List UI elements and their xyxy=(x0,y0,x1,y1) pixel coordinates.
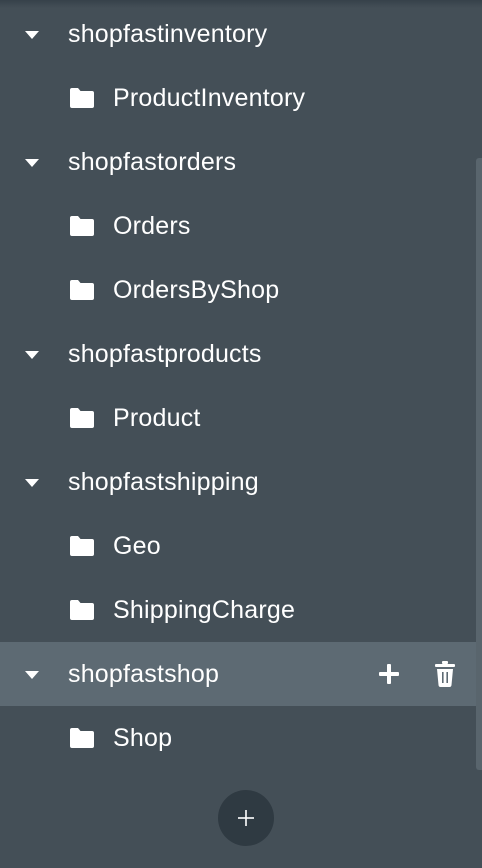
collection-row-shop[interactable]: Shop xyxy=(0,706,476,770)
collection-row-orders[interactable]: Orders xyxy=(0,194,476,258)
database-name: shopfastshipping xyxy=(68,467,259,496)
collection-name: Shop xyxy=(113,723,173,752)
database-name: shopfastproducts xyxy=(68,339,262,368)
collection-name: Product xyxy=(113,403,201,432)
collection-row-productinventory[interactable]: ProductInventory xyxy=(0,66,476,130)
collection-name: ProductInventory xyxy=(113,83,306,112)
caret-down-icon[interactable] xyxy=(25,671,39,679)
collection-name: OrdersByShop xyxy=(113,275,280,304)
folder-icon xyxy=(70,600,94,620)
collection-row-ordersbyshop[interactable]: OrdersByShop xyxy=(0,258,476,322)
caret-down-icon[interactable] xyxy=(25,159,39,167)
add-collection-button[interactable] xyxy=(376,661,402,687)
vertical-scrollbar[interactable] xyxy=(476,158,482,770)
collection-name: Geo xyxy=(113,531,161,560)
collection-row-product[interactable]: Product xyxy=(0,386,476,450)
caret-down-icon[interactable] xyxy=(25,31,39,39)
collection-row-geo[interactable]: Geo xyxy=(0,514,476,578)
delete-database-button[interactable] xyxy=(432,661,458,687)
database-row-shopfastshop[interactable]: shopfastshop xyxy=(0,642,476,706)
collection-name: ShippingCharge xyxy=(113,595,296,624)
database-name: shopfastshop xyxy=(68,659,220,688)
collection-row-shippingcharge[interactable]: ShippingCharge xyxy=(0,578,476,642)
caret-down-icon[interactable] xyxy=(25,351,39,359)
folder-icon xyxy=(70,280,94,300)
folder-icon xyxy=(70,536,94,556)
folder-icon xyxy=(70,408,94,428)
plus-icon xyxy=(238,810,254,826)
caret-down-icon[interactable] xyxy=(25,479,39,487)
database-name: shopfastorders xyxy=(68,147,237,176)
collection-name: Orders xyxy=(113,211,191,240)
folder-icon xyxy=(70,88,94,108)
database-name: shopfastinventory xyxy=(68,19,268,48)
database-row-shopfastorders[interactable]: shopfastorders xyxy=(0,130,476,194)
database-row-shopfastshipping[interactable]: shopfastshipping xyxy=(0,450,476,514)
trash-icon xyxy=(435,661,455,687)
create-database-button[interactable] xyxy=(218,790,274,846)
plus-icon xyxy=(379,664,399,684)
database-tree: shopfastinventory ProductInventory shopf… xyxy=(0,2,476,770)
folder-icon xyxy=(70,216,94,236)
database-row-shopfastinventory[interactable]: shopfastinventory xyxy=(0,2,476,66)
database-row-actions xyxy=(376,642,458,706)
folder-icon xyxy=(70,728,94,748)
database-row-shopfastproducts[interactable]: shopfastproducts xyxy=(0,322,476,386)
